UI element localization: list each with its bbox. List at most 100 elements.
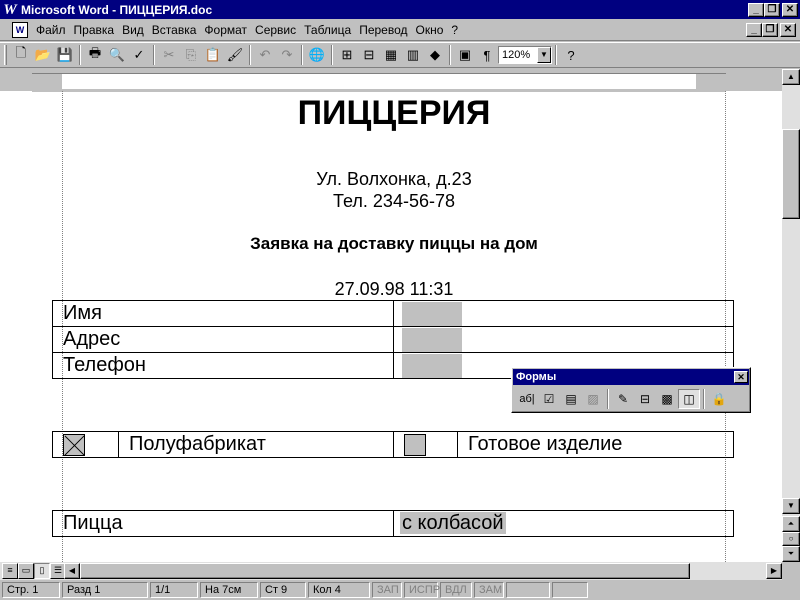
new-document-icon[interactable]: 🗋: [10, 44, 32, 66]
close-icon[interactable]: ✕: [734, 371, 748, 383]
insert-frame-icon[interactable]: ▩: [656, 389, 678, 409]
scroll-corner: [782, 562, 800, 580]
cut-icon[interactable]: ✂: [158, 44, 180, 66]
semi-finished-checkbox[interactable]: [63, 433, 85, 456]
forms-toolbar-titlebar[interactable]: Формы ✕: [513, 369, 749, 385]
normal-view-icon[interactable]: ≡: [2, 563, 18, 579]
forms-toolbar-title: Формы: [516, 371, 557, 383]
name-form-field[interactable]: [402, 301, 462, 326]
menu-view[interactable]: Вид: [118, 23, 148, 37]
spelling-icon[interactable]: ✓: [128, 44, 150, 66]
menu-insert[interactable]: Вставка: [148, 23, 201, 37]
minimize-button[interactable]: _: [748, 2, 764, 17]
copy-icon[interactable]: ⎘: [180, 44, 202, 66]
checkbox-form-field-icon[interactable]: ☑: [538, 389, 560, 409]
finished-label: Готовое изделие: [457, 431, 734, 458]
status-line: Ст 9: [260, 582, 306, 598]
lock-icon[interactable]: 🔒: [708, 389, 730, 409]
text-form-field-icon[interactable]: аб|: [516, 389, 538, 409]
previous-page-icon[interactable]: ⏶: [782, 516, 800, 532]
vertical-scrollbar[interactable]: ▲ ▼ ⏶ ○ ⏷: [782, 69, 800, 562]
insert-table-icon[interactable]: ⊟: [634, 389, 656, 409]
open-folder-icon[interactable]: 📂: [32, 44, 54, 66]
menu-help[interactable]: ?: [447, 23, 462, 37]
phone-label: Телефон: [52, 352, 394, 379]
online-layout-view-icon[interactable]: ▭: [18, 563, 34, 579]
name-label: Имя: [52, 300, 394, 327]
status-language: [506, 582, 550, 598]
finished-checkbox[interactable]: [404, 433, 426, 456]
menu-window[interactable]: Окно: [412, 23, 448, 37]
close-button[interactable]: ✕: [782, 2, 798, 17]
address-label: Адрес: [52, 326, 394, 353]
vertical-scroll-thumb[interactable]: [782, 129, 800, 219]
semi-finished-checkbox-cell: [52, 431, 119, 458]
insert-table-icon[interactable]: ⊟: [358, 44, 380, 66]
scroll-right-icon[interactable]: ▶: [766, 563, 782, 579]
status-pages: 1/1: [150, 582, 198, 598]
scroll-up-icon[interactable]: ▲: [782, 69, 800, 85]
status-trk[interactable]: ИСПР: [404, 582, 440, 598]
chevron-down-icon[interactable]: ▼: [537, 47, 551, 63]
office-assistant-icon[interactable]: ?: [560, 44, 582, 66]
insert-excel-icon[interactable]: ▦: [380, 44, 402, 66]
pizza-dropdown-cell: с колбасой: [393, 510, 734, 537]
doc-close-button[interactable]: ✕: [780, 22, 796, 37]
doc-minimize-button[interactable]: _: [746, 22, 762, 37]
undo-icon[interactable]: ↶: [254, 44, 276, 66]
redo-icon[interactable]: ↷: [276, 44, 298, 66]
document-icon[interactable]: W: [12, 21, 28, 38]
horizontal-scrollbar[interactable]: ≡ ▭ ▯ ☰ ◀ ▶: [0, 562, 782, 580]
dropdown-form-field-icon[interactable]: ▤: [560, 389, 582, 409]
web-toolbar-icon[interactable]: 🌐: [306, 44, 328, 66]
product-type-table: Полуфабрикат Готовое изделие: [52, 431, 734, 458]
status-rec[interactable]: ЗАП: [372, 582, 402, 598]
status-ovr[interactable]: ЗАМ: [474, 582, 504, 598]
document-map-icon[interactable]: ▣: [454, 44, 476, 66]
zoom-select[interactable]: 120% ▼: [498, 46, 552, 64]
word-app-icon[interactable]: W: [2, 2, 18, 18]
form-field-options-icon[interactable]: ▨: [582, 389, 604, 409]
menu-table[interactable]: Таблица: [300, 23, 355, 37]
form-field-shading-icon[interactable]: ◫: [678, 389, 700, 409]
horizontal-ruler[interactable]: [0, 69, 782, 91]
restore-button[interactable]: ❐: [764, 2, 780, 17]
toolbar-grip[interactable]: [4, 45, 7, 65]
table-row: Полуфабрикат Готовое изделие: [52, 431, 734, 458]
menu-file[interactable]: Файл: [32, 23, 70, 37]
pizza-dropdown-field[interactable]: с колбасой: [400, 512, 506, 534]
tables-borders-icon[interactable]: ⊞: [336, 44, 358, 66]
format-painter-icon[interactable]: 🖌: [224, 44, 246, 66]
status-spelling[interactable]: [552, 582, 588, 598]
status-section: Разд 1: [62, 582, 148, 598]
scroll-left-icon[interactable]: ◀: [64, 563, 80, 579]
doc-restore-button[interactable]: ❐: [762, 22, 778, 37]
menu-format[interactable]: Формат: [200, 23, 251, 37]
columns-icon[interactable]: ▥: [402, 44, 424, 66]
phone-form-field[interactable]: [402, 353, 462, 378]
menu-translate[interactable]: Перевод: [355, 23, 411, 37]
table-row: Имя: [52, 300, 734, 327]
status-ext[interactable]: ВДЛ: [440, 582, 472, 598]
horizontal-scroll-thumb[interactable]: [80, 563, 690, 579]
address-form-field[interactable]: [402, 327, 462, 352]
status-page: Стр. 1: [2, 582, 60, 598]
page-layout-view-icon[interactable]: ▯: [34, 563, 50, 579]
drawing-icon[interactable]: ◆: [424, 44, 446, 66]
menu-edit[interactable]: Правка: [70, 23, 119, 37]
document-area[interactable]: ПИЦЦЕРИЯ Ул. Волхонка, д.23 Тел. 234-56-…: [0, 91, 782, 562]
scroll-down-icon[interactable]: ▼: [782, 498, 800, 514]
draw-table-icon[interactable]: ✎: [612, 389, 634, 409]
show-hide-icon[interactable]: ¶: [476, 44, 498, 66]
print-preview-icon[interactable]: 🔍: [106, 44, 128, 66]
menu-tools[interactable]: Сервис: [251, 23, 300, 37]
paste-icon[interactable]: 📋: [202, 44, 224, 66]
save-icon[interactable]: 💾: [54, 44, 76, 66]
semi-finished-label: Полуфабрикат: [118, 431, 394, 458]
title-bar: W Microsoft Word - ПИЦЦЕРИЯ.doc _ ❐ ✕: [0, 0, 800, 19]
select-browse-object-icon[interactable]: ○: [782, 532, 800, 546]
print-icon[interactable]: 🖶: [84, 44, 106, 66]
address-field-cell: [393, 326, 734, 353]
address-text: Ул. Волхонка, д.23: [316, 169, 472, 189]
next-page-icon[interactable]: ⏷: [782, 546, 800, 562]
